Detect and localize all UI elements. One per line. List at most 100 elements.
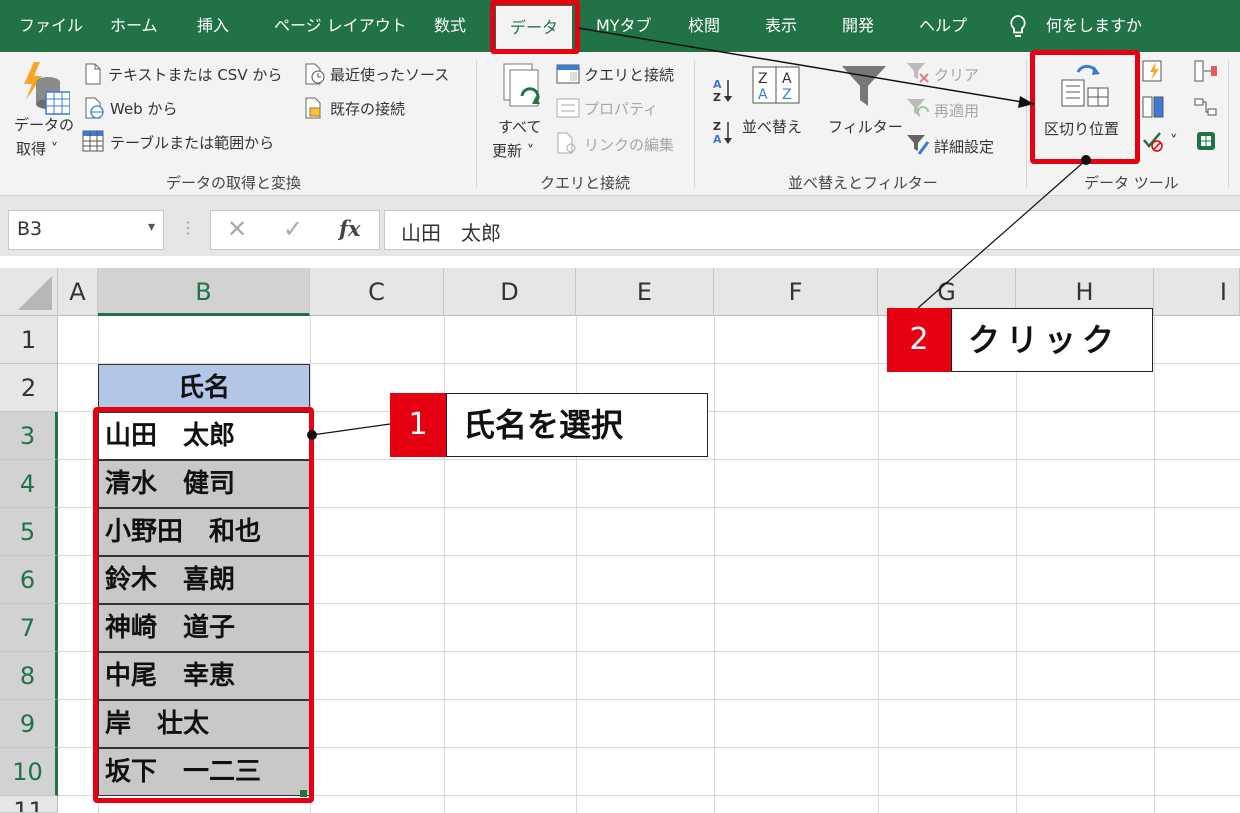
group-separator — [476, 60, 477, 188]
formula-input[interactable]: 山田 太郎 — [384, 210, 1240, 250]
column-header-f[interactable]: F — [714, 268, 878, 316]
row-header-10[interactable]: 10 — [0, 748, 58, 796]
group-label-data-tools: データ ツール — [1084, 174, 1179, 192]
highlight-text-to-columns — [1030, 50, 1140, 164]
data-validation-dropdown[interactable]: ˅ — [1170, 132, 1178, 150]
tab-file[interactable]: ファイル — [19, 0, 83, 52]
get-data-label-2[interactable]: 取得 ˅ — [16, 138, 58, 159]
recent-sources-icon — [305, 63, 325, 85]
svg-text:A: A — [758, 87, 768, 103]
refresh-all-icon — [503, 63, 540, 107]
edit-links-icon — [557, 132, 576, 154]
callout-2-number: 2 — [887, 308, 951, 372]
highlight-data-tab — [490, 0, 580, 54]
gridline — [444, 316, 445, 813]
tell-me-search[interactable]: 何をしますか — [1046, 0, 1142, 52]
name-box-value: B3 — [17, 218, 43, 240]
tab-page-layout[interactable]: ページ レイアウト — [274, 0, 407, 52]
column-header-a[interactable]: A — [58, 268, 98, 316]
row-header-7[interactable]: 7 — [0, 604, 58, 652]
row-header-9[interactable]: 9 — [0, 700, 58, 748]
tab-view[interactable]: 表示 — [765, 0, 797, 52]
svg-text:Z: Z — [782, 87, 792, 103]
row-header-3[interactable]: 3 — [0, 412, 58, 460]
select-all-corner[interactable] — [0, 268, 58, 316]
queries-connections-button[interactable]: クエリと接続 — [584, 64, 674, 85]
gridline — [1016, 316, 1017, 813]
reapply-button[interactable]: 再適用 — [934, 100, 979, 121]
group-separator — [1026, 60, 1027, 188]
consolidate-icon — [1194, 60, 1217, 82]
recent-sources-button[interactable]: 最近使ったソース — [330, 64, 449, 85]
filter-icon — [842, 66, 886, 106]
group-label-sort-filter: 並べ替えとフィルター — [788, 174, 938, 192]
tab-review[interactable]: 校閲 — [688, 0, 720, 52]
data-validation-icon — [1143, 132, 1163, 152]
row-header-2[interactable]: 2 — [0, 364, 58, 412]
tab-home[interactable]: ホーム — [110, 0, 158, 52]
cell-b2-header[interactable]: 氏名 — [98, 364, 310, 412]
column-header-e[interactable]: E — [576, 268, 714, 316]
clear-button[interactable]: クリア — [934, 64, 979, 85]
svg-text:Z: Z — [713, 91, 721, 104]
column-header-b[interactable]: B — [98, 268, 310, 316]
advanced-filter-button[interactable]: 詳細設定 — [934, 136, 994, 157]
svg-text:Z: Z — [713, 120, 721, 133]
web-icon — [85, 97, 104, 119]
sort-icon: ZA AZ — [752, 66, 800, 104]
get-data-label-1[interactable]: データの — [14, 114, 74, 135]
advanced-filter-icon — [907, 135, 930, 155]
svg-text:A: A — [713, 78, 722, 91]
properties-button[interactable]: プロパティ — [584, 98, 658, 119]
row-header-11[interactable]: 11 — [0, 796, 58, 813]
row-header-8[interactable]: 8 — [0, 652, 58, 700]
tab-formulas[interactable]: 数式 — [434, 0, 466, 52]
formula-bar-area: B3 ▾ ⋮ ✕ ✓ fx 山田 太郎 — [0, 196, 1240, 256]
from-web-button[interactable]: Web から — [110, 98, 177, 119]
edit-links-button[interactable]: リンクの編集 — [584, 134, 674, 155]
formula-buttons: ✕ ✓ fx — [210, 210, 380, 250]
chevron-down-icon[interactable]: ▾ — [148, 219, 155, 235]
relationships-icon — [1194, 98, 1217, 116]
column-header-i[interactable]: I — [1154, 268, 1240, 316]
cancel-icon[interactable]: ✕ — [227, 215, 247, 243]
tab-insert[interactable]: 挿入 — [197, 0, 229, 52]
callout-1-number: 1 — [390, 393, 446, 457]
callout-2-text: クリック — [951, 308, 1153, 372]
flash-fill-icon — [1142, 60, 1162, 82]
sort-descending-icon: Z A — [713, 120, 732, 146]
existing-connections-button[interactable]: 既存の接続 — [330, 98, 405, 119]
column-header-d[interactable]: D — [444, 268, 576, 316]
from-table-button[interactable]: テーブルまたは範囲から — [110, 132, 274, 153]
gridline — [576, 316, 577, 813]
refresh-all-label-2[interactable]: 更新 ˅ — [492, 140, 534, 161]
refresh-all-label-1[interactable]: すべて — [498, 116, 541, 137]
highlight-selected-names — [93, 407, 314, 803]
filter-button[interactable]: フィルター — [828, 116, 903, 137]
row-header-1[interactable]: 1 — [0, 316, 58, 364]
clear-filter-icon — [907, 63, 929, 83]
insert-function-icon[interactable]: fx — [339, 216, 361, 241]
data-model-icon — [1197, 132, 1215, 150]
row-header-5[interactable]: 5 — [0, 508, 58, 556]
gridline — [1154, 316, 1155, 813]
tab-help[interactable]: ヘルプ — [919, 0, 967, 52]
queries-connections-icon — [556, 64, 580, 84]
row-header-4[interactable]: 4 — [0, 460, 58, 508]
sort-button[interactable]: 並べ替え — [742, 116, 802, 137]
tab-developer[interactable]: 開発 — [842, 0, 874, 52]
gridline — [878, 316, 879, 813]
from-text-csv-button[interactable]: テキストまたは CSV から — [108, 64, 282, 85]
group-label-queries: クエリと接続 — [540, 174, 631, 192]
enter-icon[interactable]: ✓ — [283, 215, 303, 243]
tab-my-tab[interactable]: MYタブ — [596, 0, 652, 52]
name-box[interactable]: B3 ▾ — [8, 210, 164, 250]
callout-1-text: 氏名を選択 — [446, 393, 708, 457]
row-header-6[interactable]: 6 — [0, 556, 58, 604]
lightbulb-icon — [1010, 15, 1026, 37]
svg-text:Z: Z — [758, 71, 768, 87]
column-header-c[interactable]: C — [310, 268, 444, 316]
grip-icon: ⋮ — [180, 218, 196, 237]
text-file-icon — [85, 63, 101, 85]
group-separator — [1228, 60, 1229, 188]
